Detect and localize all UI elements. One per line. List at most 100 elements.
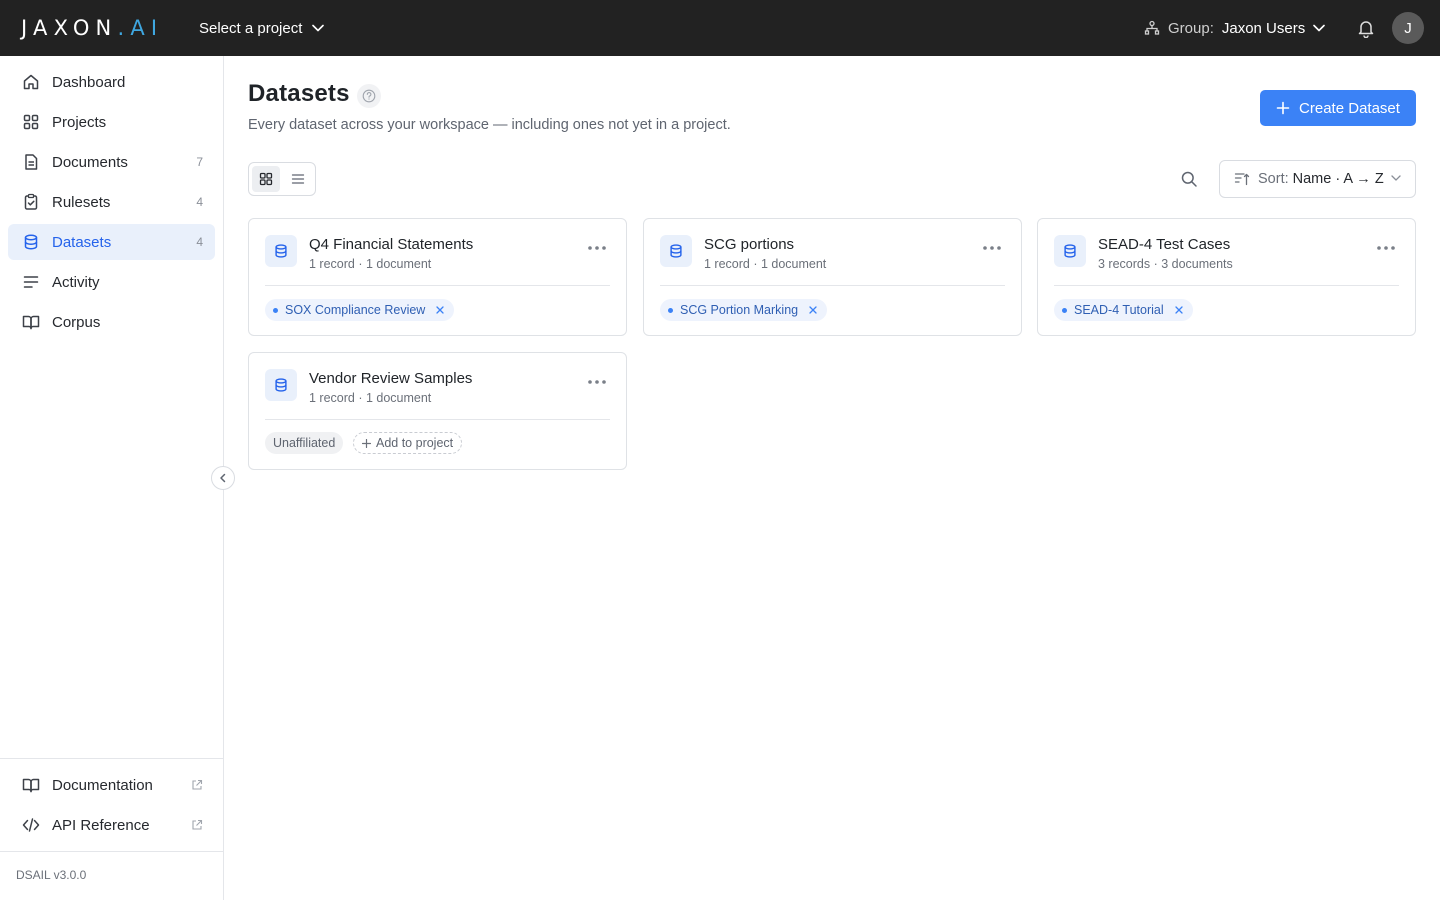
top-bar: JAXON .AI Select a project Group: Jaxon U… xyxy=(0,0,1440,56)
sidebar-item-documents[interactable]: Documents 7 xyxy=(8,144,215,180)
close-icon xyxy=(809,306,817,314)
project-tag[interactable]: SCG Portion Marking xyxy=(660,299,828,321)
create-dataset-label: Create Dataset xyxy=(1299,99,1400,117)
list-icon xyxy=(291,174,305,184)
app-version: DSAIL v3.0.0 xyxy=(16,868,87,882)
sort-dropdown[interactable]: Sort: Name · A → Z xyxy=(1219,160,1416,198)
sidebar-item-datasets[interactable]: Datasets 4 xyxy=(8,224,215,260)
database-icon xyxy=(22,233,40,251)
logo-ai-text: .AI xyxy=(117,16,164,40)
sidebar-item-label: Datasets xyxy=(52,233,112,251)
grid-view-button[interactable] xyxy=(252,166,280,192)
sidebar-divider xyxy=(0,851,223,852)
dataset-name[interactable]: Q4 Financial Statements xyxy=(309,236,473,253)
hierarchy-icon xyxy=(1144,20,1160,35)
help-button[interactable] xyxy=(357,84,381,108)
sidebar-item-label: Rulesets xyxy=(52,193,111,211)
card-divider xyxy=(265,285,610,286)
code-icon xyxy=(22,816,40,834)
card-divider xyxy=(660,285,1005,286)
dataset-name[interactable]: SCG portions xyxy=(704,236,794,253)
unaffiliated-badge: Unaffiliated xyxy=(265,432,344,454)
sidebar-item-count: 4 xyxy=(196,195,203,209)
tag-dot xyxy=(668,307,673,313)
ellipsis-icon xyxy=(1377,246,1395,250)
user-avatar[interactable]: J xyxy=(1392,12,1424,44)
project-tag-label: SOX Compliance Review xyxy=(285,303,426,317)
sidebar-item-count: 4 xyxy=(196,235,203,249)
database-icon xyxy=(265,235,297,267)
add-to-project-button[interactable]: Add to project xyxy=(353,432,463,454)
dataset-meta: 3 records · 3 documents xyxy=(1098,257,1233,271)
sort-value: Name · A → Z xyxy=(1292,171,1384,187)
project-selector-label: Select a project xyxy=(199,19,303,37)
collapse-sidebar-button[interactable] xyxy=(211,466,235,490)
sidebar-item-label: Activity xyxy=(52,273,100,291)
dataset-name[interactable]: SEAD-4 Test Cases xyxy=(1098,236,1230,253)
api-reference-link[interactable]: API Reference xyxy=(8,807,215,843)
sidebar-item-rulesets[interactable]: Rulesets 4 xyxy=(8,184,215,220)
dataset-name[interactable]: Vendor Review Samples xyxy=(309,370,472,387)
logo-text: JAXON xyxy=(21,16,118,40)
card-divider xyxy=(1054,285,1399,286)
sidebar-item-label: Corpus xyxy=(52,313,101,331)
database-icon xyxy=(265,369,297,401)
search-button[interactable] xyxy=(1178,168,1200,190)
sidebar-item-activity[interactable]: Activity xyxy=(8,264,215,300)
page-title: Datasets xyxy=(248,80,350,107)
chevron-down-icon xyxy=(312,24,325,32)
project-tag[interactable]: SOX Compliance Review xyxy=(265,299,455,321)
home-icon xyxy=(22,73,40,91)
sidebar-item-projects[interactable]: Projects xyxy=(8,104,215,140)
dataset-card[interactable]: SEAD-4 Test Cases 3 records · 3 document… xyxy=(1037,218,1416,336)
notifications-button[interactable] xyxy=(1356,18,1376,39)
create-dataset-button[interactable]: Create Dataset xyxy=(1260,90,1416,126)
page-subtitle: Every dataset across your workspace — in… xyxy=(248,117,731,133)
project-tag-label: SEAD-4 Tutorial xyxy=(1074,303,1164,317)
chevron-left-icon xyxy=(220,473,226,483)
grid-icon xyxy=(259,172,273,186)
dataset-card[interactable]: Q4 Financial Statements 1 record · 1 doc… xyxy=(248,218,627,336)
remove-project-button[interactable] xyxy=(434,304,446,316)
book-icon xyxy=(22,313,40,331)
group-selector[interactable]: Group: Jaxon Users xyxy=(1144,16,1326,40)
sidebar-item-corpus[interactable]: Corpus xyxy=(8,304,215,340)
app-logo[interactable]: JAXON .AI xyxy=(21,16,163,40)
dataset-card[interactable]: Vendor Review Samples 1 record · 1 docum… xyxy=(248,352,627,470)
external-link-icon xyxy=(192,779,203,790)
tag-dot xyxy=(1062,307,1067,313)
list-view-button[interactable] xyxy=(284,166,312,192)
add-to-project-label: Add to project xyxy=(376,436,454,450)
more-options-button[interactable] xyxy=(586,241,608,255)
clipboard-check-icon xyxy=(22,193,40,211)
grid-icon xyxy=(22,113,40,131)
sidebar-item-label: Documents xyxy=(52,153,128,171)
more-options-button[interactable] xyxy=(981,241,1003,255)
chevron-down-icon xyxy=(1391,175,1401,181)
ellipsis-icon xyxy=(983,246,1001,250)
sidebar-item-label: Projects xyxy=(52,113,107,131)
plus-icon xyxy=(1276,101,1290,115)
group-name: Jaxon Users xyxy=(1221,19,1306,37)
sidebar-item-label: Dashboard xyxy=(52,73,126,91)
project-selector[interactable]: Select a project xyxy=(199,16,325,40)
tag-dot xyxy=(273,307,278,313)
documentation-link[interactable]: Documentation xyxy=(8,767,215,803)
dataset-meta: 1 record · 1 document xyxy=(309,391,432,405)
remove-project-button[interactable] xyxy=(807,304,819,316)
card-divider xyxy=(265,419,610,420)
bell-icon xyxy=(1358,21,1374,39)
database-icon xyxy=(660,235,692,267)
dataset-card[interactable]: SCG portions 1 record · 1 document SCG P… xyxy=(643,218,1022,336)
external-link-icon xyxy=(192,819,203,830)
sidebar-item-dashboard[interactable]: Dashboard xyxy=(8,64,215,100)
more-options-button[interactable] xyxy=(586,375,608,389)
close-icon xyxy=(1174,306,1183,314)
more-options-button[interactable] xyxy=(1375,241,1397,255)
group-label: Group: xyxy=(1168,19,1214,37)
dataset-meta: 1 record · 1 document xyxy=(309,257,432,271)
sort-icon xyxy=(1234,173,1250,186)
ellipsis-icon xyxy=(588,380,606,384)
remove-project-button[interactable] xyxy=(1173,304,1185,316)
project-tag[interactable]: SEAD-4 Tutorial xyxy=(1054,299,1193,321)
